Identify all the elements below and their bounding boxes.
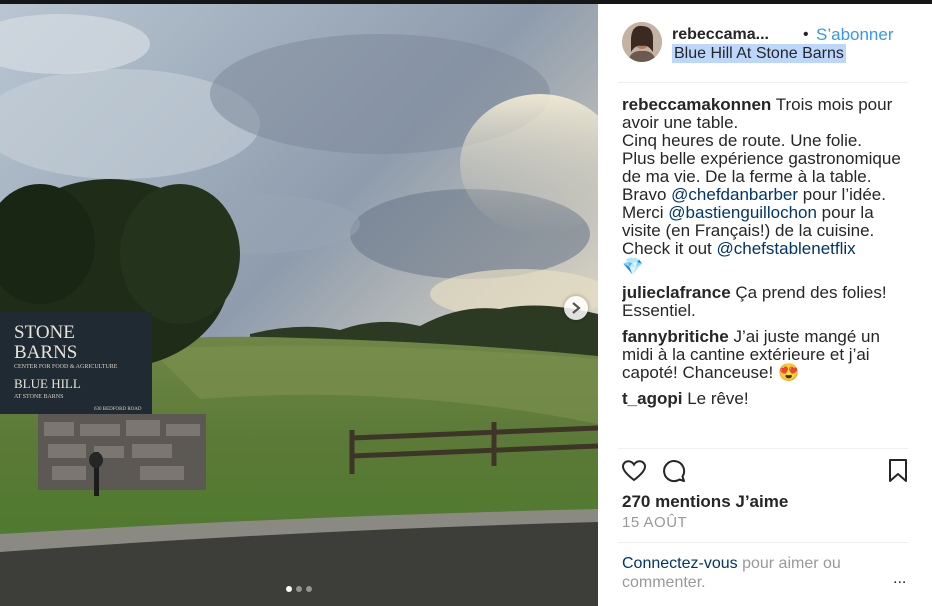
- heart-icon: [621, 460, 647, 482]
- post-username[interactable]: rebeccama...: [672, 26, 769, 44]
- comment-item: julieclafrance Ça prend des folies! Esse…: [622, 284, 912, 320]
- chevron-right-icon: [572, 302, 581, 314]
- instagram-post-modal: STONE BARNS CENTER FOR FOOD & AGRICULTUR…: [0, 0, 932, 606]
- comment-text: Le rêve!: [687, 389, 749, 408]
- post-sidebar: rebeccama... • S’abonner Blue Hill At St…: [598, 4, 932, 606]
- post-caption: rebeccamakonnen Trois mois pour avoir un…: [622, 96, 912, 276]
- bookmark-icon: [889, 459, 907, 482]
- sign-barns: BARNS: [14, 342, 77, 363]
- caption-line-2: Cinq heures de route. Une folie.: [622, 131, 863, 150]
- comment-username[interactable]: t_agopi: [622, 389, 682, 408]
- header-divider: [618, 82, 908, 83]
- caption-bravo: Bravo: [622, 185, 667, 204]
- comment-item: fannybritiche J’ai juste mangé un midi à…: [622, 328, 912, 382]
- login-prompt: Connectez-vous pour aimer ou commenter.: [622, 554, 882, 592]
- avatar[interactable]: [622, 22, 662, 62]
- mention-chefdanbarber[interactable]: @chefdanbarber: [671, 185, 798, 204]
- caption-username[interactable]: rebeccamakonnen: [622, 96, 771, 114]
- sign-center: CENTER FOR FOOD & AGRICULTURE: [14, 364, 118, 370]
- next-image-button[interactable]: [564, 296, 588, 320]
- carousel-dot-1: [286, 586, 292, 592]
- landscape-image: STONE BARNS CENTER FOR FOOD & AGRICULTUR…: [0, 4, 598, 606]
- post-date[interactable]: 15 AOÛT: [622, 514, 687, 531]
- comment-button[interactable]: [662, 459, 686, 488]
- carousel-dot-3: [306, 586, 312, 592]
- mention-chefstablenetflix[interactable]: @chefstablenetflix: [717, 239, 856, 258]
- follow-button[interactable]: S’abonner: [816, 25, 894, 45]
- like-button[interactable]: [621, 460, 647, 487]
- comment-username[interactable]: fannybritiche: [622, 327, 729, 346]
- caption-line-3: Plus belle expérience gastronomique de m…: [622, 149, 901, 186]
- carousel-dot-2: [296, 586, 302, 592]
- carousel-indicator: [286, 586, 312, 592]
- post-header: rebeccama... • S’abonner Blue Hill At St…: [598, 4, 932, 80]
- footer-divider: [618, 542, 908, 543]
- caption-bravo-end: pour l’idée.: [802, 185, 886, 204]
- sign-at-stone-barns: AT STONE BARNS: [14, 394, 63, 400]
- caption-merci: Merci: [622, 203, 664, 222]
- sign-stone: STONE: [14, 322, 75, 343]
- post-photo[interactable]: STONE BARNS CENTER FOR FOOD & AGRICULTUR…: [0, 4, 598, 606]
- more-options-button[interactable]: ...: [893, 570, 906, 588]
- sign-blue-hill: BLUE HILL: [14, 376, 81, 391]
- mention-bastienguillochon[interactable]: @bastienguillochon: [668, 203, 817, 222]
- comments-list: rebeccamakonnen Trois mois pour avoir un…: [622, 96, 912, 443]
- separator-dot: •: [803, 26, 809, 43]
- sign-address: 630 BEDFORD ROAD: [94, 407, 142, 412]
- comment-icon: [663, 460, 686, 483]
- post-location[interactable]: Blue Hill At Stone Barns: [672, 44, 846, 63]
- diamond-emoji: 💎: [622, 257, 644, 276]
- login-link[interactable]: Connectez-vous: [622, 555, 738, 572]
- caption-check: Check it out: [622, 239, 712, 258]
- comment-username[interactable]: julieclafrance: [622, 283, 731, 302]
- comment-item: t_agopi Le rêve!: [622, 390, 912, 408]
- save-button[interactable]: [888, 459, 908, 488]
- likes-count[interactable]: 270 mentions J’aime: [622, 492, 788, 512]
- avatar-image: [622, 22, 662, 62]
- actions-divider: [618, 448, 908, 449]
